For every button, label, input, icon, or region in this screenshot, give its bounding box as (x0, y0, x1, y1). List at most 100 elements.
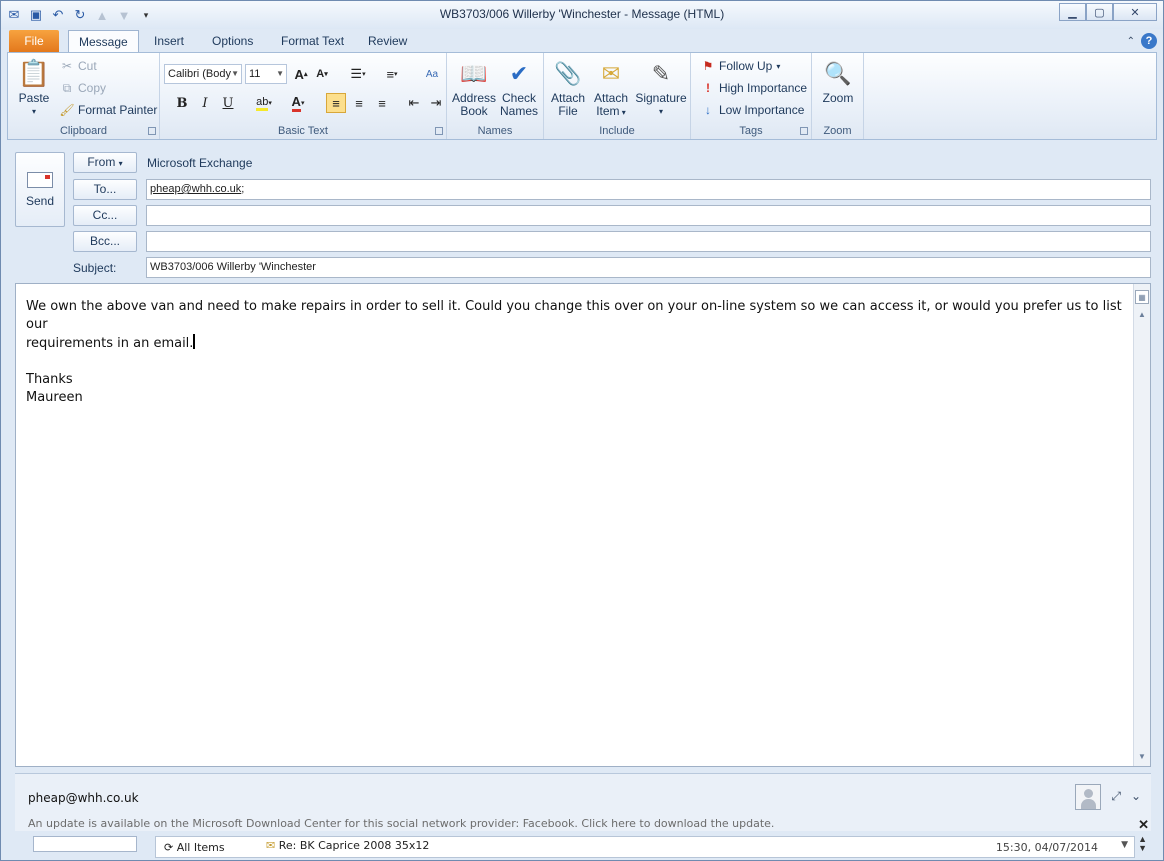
clipboard-group-label: Clipboard (59, 125, 108, 137)
basic-text-launcher-icon[interactable] (435, 127, 443, 135)
bold-button[interactable]: B (172, 93, 192, 113)
body-line: We own the above van and need to make re… (26, 299, 1122, 332)
from-button[interactable]: From ▾ (73, 152, 137, 173)
follow-up-button[interactable]: ⚑ Follow Up ▾ (701, 59, 781, 73)
underline-button[interactable]: U (218, 93, 238, 113)
minimize-ribbon-icon[interactable]: ⌃ (1127, 36, 1135, 47)
bcc-button[interactable]: Bcc... (73, 231, 137, 252)
signature-button[interactable]: ✎ Signature ▾ (634, 57, 688, 118)
align-right-icon[interactable]: ≡ (372, 93, 392, 113)
subject-label: Subject: (73, 261, 117, 275)
to-button[interactable]: To... (73, 179, 137, 200)
increase-indent-icon[interactable]: ⇥ (426, 93, 446, 113)
expand-pane-icon[interactable]: ⤢ (1111, 789, 1121, 804)
feed-filter-box[interactable] (33, 836, 137, 852)
subject-field[interactable]: WB3703/006 Willerby 'Winchester (146, 257, 1151, 278)
scroll-up-icon[interactable]: ▲ (1135, 308, 1149, 322)
people-pane: pheap@whh.co.uk ⤢ ⌄ An update is availab… (15, 773, 1151, 833)
bullets-icon[interactable]: ☰ ▾ (344, 64, 372, 84)
body-line: Thanks (26, 372, 73, 387)
exclamation-icon: ! (706, 81, 710, 95)
attach-item-button[interactable]: ✉ Attach Item ▾ (590, 57, 632, 119)
attach-file-button[interactable]: 📎 Attach File (548, 57, 588, 118)
high-importance-button[interactable]: ! High Importance (701, 81, 807, 95)
mail-icon: ✉ (266, 839, 279, 852)
paste-button[interactable]: 📋 Paste ▾ (14, 57, 54, 118)
body-line: requirements in an email. (26, 336, 194, 351)
to-recipient[interactable]: pheap@whh.co.uk (150, 183, 241, 195)
italic-button[interactable]: I (195, 93, 215, 113)
scissors-icon: ✂ (61, 59, 73, 73)
address-book-button[interactable]: 📖 Address Book (451, 57, 497, 118)
numbering-icon[interactable]: ≡ ▾ (378, 64, 406, 84)
flag-icon: ⚑ (702, 59, 714, 73)
signature-dropdown-icon: ▾ (658, 107, 663, 116)
envelope-icon: ✉ (601, 60, 621, 86)
maximize-icon[interactable]: ▢ (1086, 3, 1113, 21)
attach-item-dropdown-icon: ▾ (619, 108, 626, 117)
follow-up-dropdown-icon: ▾ (776, 61, 781, 71)
cc-field[interactable] (146, 205, 1151, 226)
tab-file[interactable]: File (9, 30, 59, 53)
zoom-button[interactable]: 🔍 Zoom (818, 57, 858, 105)
font-color-icon[interactable]: A ▾ (284, 93, 312, 113)
tab-insert[interactable]: Insert (144, 30, 194, 53)
ruler-toggle-icon[interactable]: ▦ (1135, 290, 1149, 304)
copy-button[interactable]: ⧉ Copy (60, 81, 106, 96)
check-names-button[interactable]: ✔ Check Names (497, 57, 541, 118)
check-names-icon: ✔ (509, 60, 529, 86)
grow-font-icon[interactable]: A ▴ (291, 64, 311, 84)
chevron-down-icon: ▼ (231, 65, 239, 83)
social-feed-row: ⟳ All Items ✉ Re: BK Caprice 2008 35x12 … (15, 833, 1151, 861)
social-feed-item[interactable]: ⟳ All Items ✉ Re: BK Caprice 2008 35x12 … (155, 836, 1135, 858)
names-group: 📖 Address Book ✔ Check Names Names (447, 53, 544, 139)
send-button[interactable]: Send (15, 152, 65, 227)
title-bar: ✉ ▣ ↶ ↻ ▲ ▼ ▾ WB3703/006 Willerby 'Winch… (1, 1, 1163, 29)
font-size-combo[interactable]: 11 ▼ (245, 64, 287, 84)
message-body[interactable]: We own the above van and need to make re… (15, 283, 1151, 767)
cc-button[interactable]: Cc... (73, 205, 137, 226)
feed-scroll-icon[interactable]: ▲ ▼ (1138, 835, 1147, 853)
minimize-icon[interactable]: ▁ (1059, 3, 1086, 21)
tab-message[interactable]: Message (68, 30, 139, 53)
vertical-scrollbar[interactable]: ▦ ▲ ▼ (1133, 284, 1150, 766)
paintbrush-icon: 🖌 (59, 103, 75, 117)
tags-launcher-icon[interactable] (800, 127, 808, 135)
chevron-down-icon: ▾ (118, 159, 123, 168)
people-pane-contact[interactable]: pheap@whh.co.uk (28, 791, 139, 805)
feed-filter-label: ⟳ All Items (164, 841, 225, 854)
body-line: Maureen (26, 390, 83, 405)
align-center-icon[interactable]: ≡ (349, 93, 369, 113)
close-icon[interactable]: ✕ (1138, 817, 1149, 833)
cut-button[interactable]: ✂ Cut (60, 59, 97, 73)
tab-format-text[interactable]: Format Text (271, 30, 354, 53)
window-title: WB3703/006 Willerby 'Winchester - Messag… (439, 7, 725, 21)
scroll-down-icon[interactable]: ▼ (1135, 750, 1149, 764)
align-left-icon[interactable]: ≡ (326, 93, 346, 113)
decrease-indent-icon[interactable]: ⇤ (404, 93, 424, 113)
low-importance-button[interactable]: ↓ Low Importance (701, 103, 804, 117)
tab-review[interactable]: Review (358, 30, 417, 53)
message-body-text[interactable]: We own the above van and need to make re… (26, 298, 1126, 407)
chevron-down-icon[interactable]: ▼ (1121, 840, 1128, 850)
clear-formatting-icon[interactable]: Aa (422, 64, 442, 84)
down-arrow-icon: ↓ (705, 103, 711, 117)
format-painter-button[interactable]: 🖌 Format Painter (59, 103, 157, 117)
tab-options[interactable]: Options (202, 30, 263, 53)
help-icon[interactable]: ? (1141, 33, 1157, 49)
highlight-icon[interactable]: ab ▾ (250, 93, 278, 113)
avatar[interactable] (1075, 784, 1101, 810)
outlook-message-window: ✉ ▣ ↶ ↻ ▲ ▼ ▾ WB3703/006 Willerby 'Winch… (0, 0, 1164, 861)
close-icon[interactable]: ✕ (1113, 3, 1157, 21)
update-notice[interactable]: An update is available on the Microsoft … (28, 817, 774, 830)
clipboard-launcher-icon[interactable] (148, 127, 156, 135)
basic-text-group: Calibri (Body) ▼ 11 ▼ A ▴ A ▾ ☰ ▾ ≡ ▾ Aa B I… (160, 53, 447, 139)
to-field[interactable]: pheap@whh.co.uk; (146, 179, 1151, 200)
font-name-combo[interactable]: Calibri (Body) ▼ (164, 64, 242, 84)
paste-dropdown-icon: ▾ (31, 107, 36, 116)
ribbon-tabs: File Message Insert Options Format Text … (1, 29, 1163, 53)
bcc-field[interactable] (146, 231, 1151, 252)
shrink-font-icon[interactable]: A ▾ (312, 64, 332, 84)
collapse-pane-icon[interactable]: ⌄ (1131, 789, 1141, 804)
ribbon: 📋 Paste ▾ ✂ Cut ⧉ Copy 🖌 Format Painter … (7, 52, 1157, 140)
